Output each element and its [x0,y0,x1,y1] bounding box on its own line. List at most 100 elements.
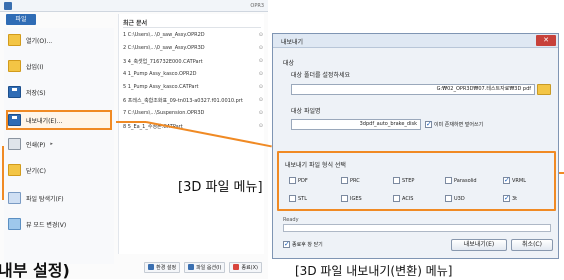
recent-item[interactable]: 5 1_Pump Assy_kasco.CATPart ⊙ [123,84,263,93]
file-explorer-icon [8,192,21,204]
pin-icon[interactable]: ⊙ [259,84,263,90]
checkbox-box[interactable] [445,195,452,202]
checkbox-box[interactable] [341,177,348,184]
file-explorer-label: 파일 탐색기(F) [26,195,64,203]
target-section: 대상 대상 폴더를 설정하세요 G:₩02_OPR3D₩07.테스트자료₩3D … [281,56,551,134]
recent-item-label: 1 C:\Users\...\0_saw_Assy.OPR2D [123,32,205,38]
pin-icon[interactable]: ⊙ [259,110,263,116]
print-label: 인쇄(P) [26,141,46,149]
recent-item[interactable]: 3 4_축셋업_716732E000.CATPart ⊙ [123,58,263,67]
bottom-heading: 내부 설정) [0,261,70,280]
insert-command[interactable]: 삽입(I) [8,58,110,74]
close-after-checkbox[interactable]: 종료후 창 닫기 [283,240,323,248]
format-checkbox-u3d[interactable]: U3D [445,195,465,202]
format-label: STEP [402,177,415,184]
options-icon [188,264,195,270]
file-explorer-command[interactable]: 파일 탐색기(F) [8,190,110,206]
format-checkbox-step[interactable]: STEP [393,177,414,184]
format-checkbox-3t[interactable]: 3t [503,194,517,202]
checkbox-box[interactable] [503,176,510,184]
format-checkbox-pdf[interactable]: PDF [289,177,308,184]
open-folder-icon [8,34,21,46]
save-command[interactable]: 저장(S) [8,84,110,100]
dialog-title: 내보내기 [281,39,304,46]
menu-footer: 환경 설정 파일 옵션(I) 종료(X) [118,260,264,274]
checkbox-box[interactable] [503,194,510,202]
recent-title: 최근 문서 [123,20,148,27]
checkbox-box[interactable] [283,240,290,248]
file-name-label: 대상 파일명 [291,108,321,115]
checkbox-box[interactable] [289,195,296,202]
export-command[interactable]: 내보내기(E)... [6,110,112,130]
pin-icon[interactable]: ⊙ [259,97,263,103]
format-label: U3D [454,195,465,202]
pin-icon[interactable]: ⊙ [259,32,263,38]
pin-icon[interactable]: ⊙ [259,123,263,129]
title-bar: OPR3 [0,0,268,12]
checkbox-box[interactable] [445,177,452,184]
checkbox-box[interactable] [425,120,432,128]
format-checkbox-iges[interactable]: IGES [341,195,362,202]
format-checkbox-acis[interactable]: ACIS [393,195,413,202]
dialog-titlebar: 내보내기 ✕ [273,34,558,48]
format-checkbox-vrml[interactable]: VRML [503,176,526,184]
format-label: IGES [350,195,362,202]
recent-item-label: 3 4_축셋업_716732E000.CATPart [123,59,203,65]
print-icon [8,138,21,150]
checkbox-box[interactable] [393,195,400,202]
format-checkbox-prc[interactable]: PRC [341,177,360,184]
open-label: 열기(O)... [26,37,53,45]
insert-folder-icon [8,60,21,72]
pin-icon[interactable]: ⊙ [259,45,263,51]
close-label: 닫기(C) [26,167,46,175]
checkbox-box[interactable] [289,177,296,184]
menu-caption: [3D 파일 메뉴] [178,180,263,195]
exit-icon [233,264,240,270]
file-options-label: 파일 옵션(I) [196,264,222,271]
export-button[interactable]: 내보내기(E) [451,239,507,251]
recent-documents: 최근 문서 1 C:\Users\...\0_saw_Assy.OPR2D ⊙ 2… [118,14,264,254]
recent-item[interactable]: 2 C:\Users\...\0_saw_Assy.OPR3D ⊙ [123,45,263,54]
view-mode-icon [8,218,21,230]
export-icon [8,114,21,126]
format-group-title: 내보내기 파일 형식 선택 [285,162,346,169]
view-mode-label: 뷰 모드 변경(V) [26,221,67,229]
overwrite-label: 이미 존재하면 덮어쓰기 [434,122,484,128]
format-label: VRML [512,177,526,184]
connector-line [116,121,146,123]
exit-button[interactable]: 종료(X) [229,261,262,273]
overwrite-checkbox[interactable]: 이미 존재하면 덮어쓰기 [425,120,484,128]
cancel-button[interactable]: 취소(C) [511,239,553,251]
format-checkbox-parasolid[interactable]: Parasolid [445,177,477,184]
file-options-button[interactable]: 파일 옵션(I) [184,261,226,273]
format-label: PRC [350,177,360,184]
print-command[interactable]: 인쇄(P) ▸ [8,136,110,152]
file-name-field[interactable]: 3dpdf_auto_brake_disk [291,119,421,130]
export-label: 내보내기(E)... [26,117,63,125]
close-command[interactable]: 닫기(C) [8,162,110,178]
pin-icon[interactable]: ⊙ [259,58,263,64]
format-checkbox-stl[interactable]: STL [289,195,307,202]
exit-label: 종료(X) [241,264,258,271]
browse-folder-icon[interactable] [537,84,551,95]
view-mode-command[interactable]: 뷰 모드 변경(V) [8,216,110,232]
insert-label: 삽입(I) [26,63,44,71]
recent-item-label: 4 1_Pump Assy_kasco.OPR2D [123,71,197,77]
recent-item[interactable]: 4 1_Pump Assy_kasco.OPR2D ⊙ [123,71,263,80]
recent-item[interactable]: 7 C:\Users\...\Suspension.OPR3D ⊙ [123,110,263,119]
recent-item[interactable]: 1 C:\Users\...\0_saw_Assy.OPR2D ⊙ [123,32,263,41]
checkbox-box[interactable] [393,177,400,184]
format-label: Parasolid [454,177,477,184]
close-after-label: 종료후 창 닫기 [292,242,323,248]
env-settings-label: 환경 설정 [156,264,177,271]
save-label: 저장(S) [26,89,46,97]
folder-path-field[interactable]: G:₩02_OPR3D₩07.테스트자료₩3D pdf [291,84,535,95]
pin-icon[interactable]: ⊙ [259,71,263,77]
checkbox-box[interactable] [341,195,348,202]
tab-file[interactable]: 파일 [6,14,36,25]
recent-item[interactable]: 6 프레스_축합조화표_09-tn013-a0327.f01.0010.prt ⊙ [123,97,263,106]
open-command[interactable]: 열기(O)... [8,32,110,48]
recent-item-label: 5 1_Pump Assy_kasco.CATPart [123,84,199,90]
close-icon[interactable]: ✕ [536,35,556,46]
env-settings-button[interactable]: 환경 설정 [144,261,181,273]
